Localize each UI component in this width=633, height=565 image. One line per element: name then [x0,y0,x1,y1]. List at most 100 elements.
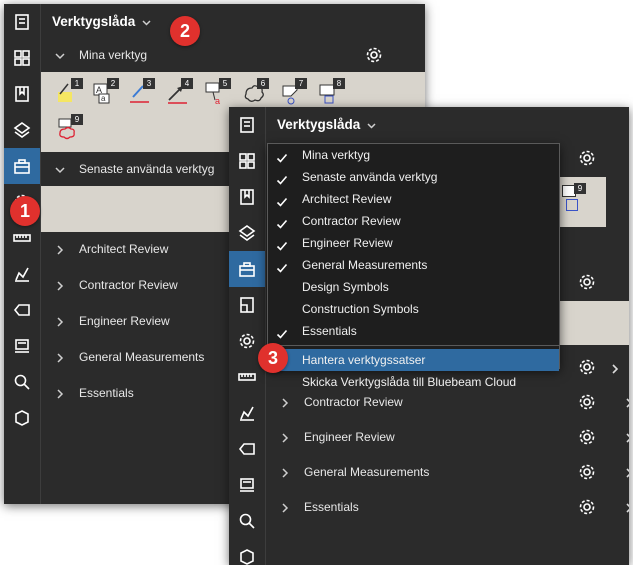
sidebar-rail [4,4,41,504]
menu-item-label: Skicka Verktygslåda till Bluebeam Cloud [302,375,517,389]
toolbox-icon[interactable] [4,148,40,184]
chevron-right-icon[interactable] [611,363,619,374]
menu-item-engineer-review[interactable]: Engineer Review [268,232,559,254]
toolbox-title[interactable]: Verktygslåda [266,107,629,141]
section-label: Contractor Review [304,395,403,409]
menu-item-label: Contractor Review [302,214,401,228]
menu-item-label: Essentials [302,324,357,338]
tool-badge: 7 [295,78,307,89]
markup-icon[interactable] [4,256,40,292]
menu-item-contractor-review[interactable]: Contractor Review [268,210,559,232]
menu-item-architect-review[interactable]: Architect Review [268,188,559,210]
checkmark-icon [276,259,288,273]
bookmarks-icon[interactable] [229,179,265,215]
section-label: Engineer Review [79,314,170,328]
tool-badge: 5 [219,78,231,89]
shape-icon[interactable] [229,539,265,565]
rectangle-outline-icon [566,199,578,211]
layers-icon[interactable] [4,112,40,148]
chevron-right-icon[interactable] [280,502,290,513]
chevron-down-icon[interactable] [55,164,65,174]
section-label: Essentials [79,386,134,400]
markup-icon[interactable] [229,395,265,431]
tag-icon[interactable] [229,431,265,467]
menu-separator [268,345,559,346]
tool-badge: 1 [71,78,83,89]
checkmark-icon [276,215,288,229]
checkmark-icon [276,193,288,207]
thumbnails-icon[interactable] [4,4,40,40]
chevron-right-icon[interactable] [625,502,629,513]
stamp-icon[interactable] [4,328,40,364]
sheet-icon[interactable] [229,287,265,323]
menu-item-construction-symbols[interactable]: Construction Symbols [268,298,559,320]
chevron-right-icon[interactable] [55,316,65,327]
menu-item-label: Hantera verktygssatser [302,353,426,367]
menu-item-send-to-cloud[interactable]: Skicka Verktygslåda till Bluebeam Cloud [268,371,559,393]
gear-icon[interactable] [365,46,383,64]
toolbox-icon[interactable] [229,251,265,287]
section-label: Engineer Review [304,430,395,444]
chevron-right-icon[interactable] [280,397,290,408]
menu-item-label: General Measurements [302,258,428,272]
svg-text:a: a [215,96,220,106]
menu-item-label: Senaste använda verktyg [302,170,438,184]
tag-icon[interactable] [4,292,40,328]
chevron-right-icon[interactable] [55,388,65,399]
gear-icon[interactable] [578,428,596,446]
chevron-right-icon[interactable] [55,352,65,363]
menu-item-general-measurements[interactable]: General Measurements [268,254,559,276]
chevron-right-icon[interactable] [55,244,65,255]
recent-tools-fragment [556,301,629,345]
tool-badge: 6 [257,78,269,89]
gear-icon[interactable] [578,463,596,481]
section-engineer-review[interactable]: Engineer Review [266,420,629,454]
chevron-right-icon[interactable] [625,397,629,408]
stamp-icon[interactable] [229,467,265,503]
chevron-right-icon[interactable] [280,467,290,478]
menu-item-label: Construction Symbols [302,302,419,316]
section-label: Mina verktyg [79,48,148,62]
gear-icon[interactable] [578,358,596,376]
section-my-tools[interactable]: Mina verktyg [41,38,425,72]
chevron-right-icon[interactable] [625,467,629,478]
checkmark-icon [276,237,288,251]
thumbnails-icon[interactable] [229,107,265,143]
callout-1: 1 [10,196,40,226]
menu-item-label: Architect Review [302,192,392,206]
gear-icon[interactable] [578,498,596,516]
section-label: Contractor Review [79,278,178,292]
menu-item-essentials[interactable]: Essentials [268,320,559,342]
tool-badge: 3 [143,78,155,89]
bookmarks-icon[interactable] [4,76,40,112]
checkmark-icon [276,171,288,185]
chevron-right-icon[interactable] [625,432,629,443]
toolbox-title[interactable]: Verktygslåda [41,4,425,38]
search-icon[interactable] [229,503,265,539]
menu-item-label: Design Symbols [302,280,389,294]
tool-badge: 9 [574,183,586,194]
layers-icon[interactable] [229,215,265,251]
chevron-right-icon[interactable] [55,280,65,291]
menu-item-my-tools[interactable]: Mina verktyg [268,144,559,166]
chevron-down-icon[interactable] [141,16,152,27]
shape-icon[interactable] [4,400,40,436]
gear-icon[interactable] [578,393,596,411]
menu-item-design-symbols[interactable]: Design Symbols [268,276,559,298]
grid-icon[interactable] [229,143,265,179]
section-general-measurements[interactable]: General Measurements [266,455,629,489]
search-icon[interactable] [4,364,40,400]
menu-item-recent-tools[interactable]: Senaste använda verktyg [268,166,559,188]
chevron-right-icon[interactable] [280,432,290,443]
tool-badge: 2 [107,78,119,89]
grid-icon[interactable] [4,40,40,76]
tool-badge: 8 [333,78,345,89]
gear-icon[interactable] [578,273,596,291]
section-essentials[interactable]: Essentials [266,490,629,524]
chevron-down-icon[interactable] [366,119,377,130]
section-label: Senaste använda verktyg [79,162,215,176]
menu-item-manage-toolsets[interactable]: Hantera verktygssatser [268,349,559,371]
toolbox-title-label: Verktygslåda [277,116,361,132]
gear-icon[interactable] [578,149,596,167]
chevron-down-icon[interactable] [55,50,65,60]
